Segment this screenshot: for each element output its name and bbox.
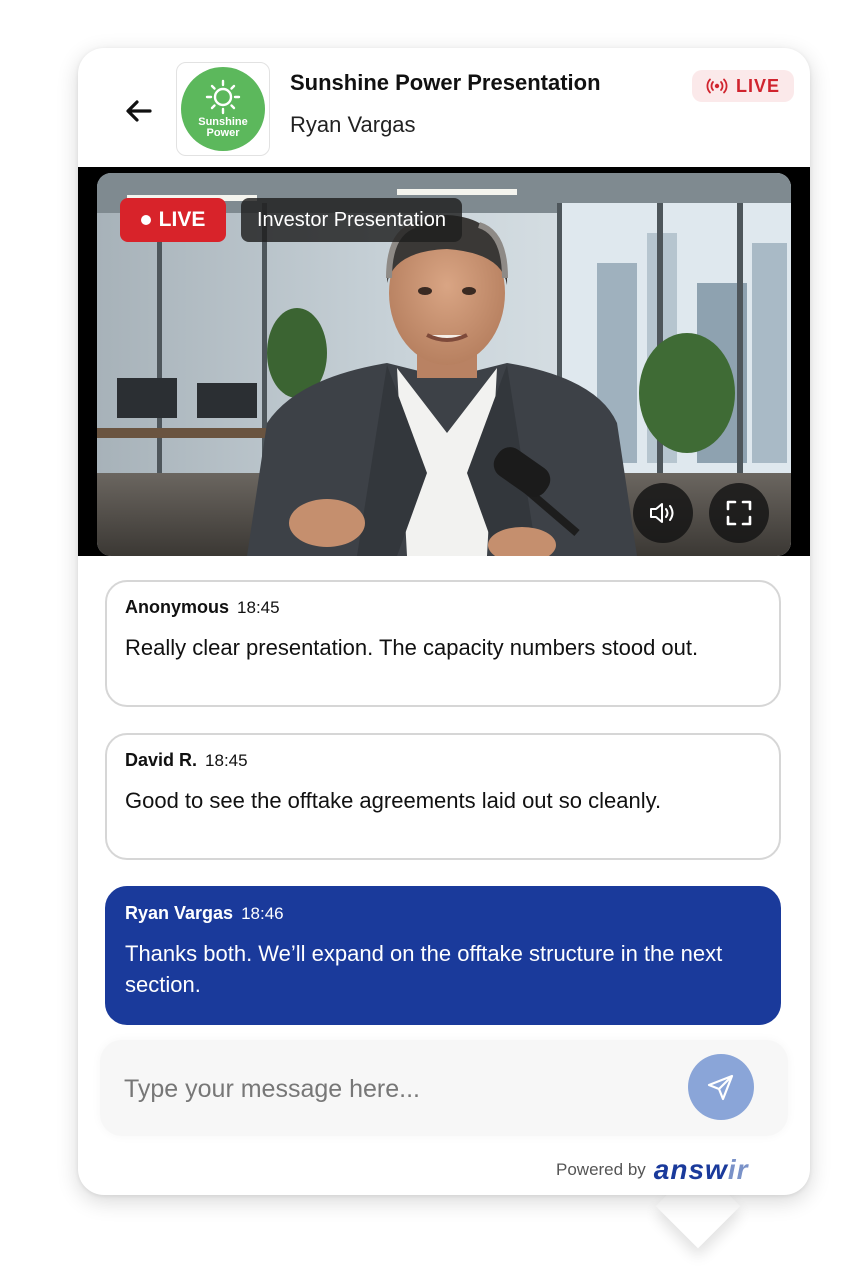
send-icon <box>707 1074 734 1101</box>
message-time: 18:46 <box>241 904 284 923</box>
video-live-label: LIVE <box>158 208 206 231</box>
video-frame[interactable]: LIVE Investor Presentation <box>97 173 791 556</box>
presenter-name: Ryan Vargas <box>290 112 416 137</box>
live-dot-icon <box>140 215 151 225</box>
logo-text: Sunshine Power <box>181 117 265 139</box>
message-input[interactable] <box>122 1066 666 1112</box>
broadcast-icon <box>706 78 728 94</box>
message-text: Thanks both. We’ll expand on the offtake… <box>125 941 723 997</box>
sun-icon <box>205 79 241 115</box>
fullscreen-icon <box>726 500 752 526</box>
message-header: Ryan Vargas 18:46 <box>125 898 761 928</box>
video-player: LIVE Investor Presentation <box>78 167 810 556</box>
sunshine-power-logo: Sunshine Power <box>181 67 265 151</box>
message-author: David R. <box>125 750 198 770</box>
back-arrow-icon[interactable] <box>122 94 156 128</box>
volume-button[interactable] <box>633 483 693 543</box>
message-author: Ryan Vargas <box>125 903 234 923</box>
powered-by[interactable]: Powered by answir <box>556 1152 749 1188</box>
message-header: David R. 18:45 <box>125 745 761 775</box>
message-header: Anonymous 18:45 <box>125 592 761 622</box>
live-status-label: LIVE <box>735 75 780 96</box>
presentation-title: Sunshine Power Presentation <box>290 70 601 95</box>
fullscreen-button[interactable] <box>709 483 769 543</box>
message-author: Anonymous <box>125 597 230 617</box>
speaker-icon <box>650 503 674 523</box>
message-text: Really clear presentation. The capacity … <box>125 635 699 660</box>
message-text: Good to see the offtake agreements laid … <box>125 788 662 813</box>
stream-title-badge: Investor Presentation <box>241 198 462 242</box>
chat-message: David R. 18:45 Good to see the offtake a… <box>105 733 781 860</box>
powered-by-label: Powered by <box>556 1160 646 1179</box>
message-composer <box>100 1040 788 1136</box>
chat-message: Anonymous 18:45 Really clear presentatio… <box>105 580 781 707</box>
brand-main: answ <box>653 1154 728 1185</box>
brand-tail: ir <box>727 1154 749 1185</box>
message-time: 18:45 <box>205 751 248 770</box>
live-status-badge: LIVE <box>692 70 794 102</box>
answir-logo: answir <box>654 1154 749 1186</box>
company-logo: Sunshine Power <box>176 62 270 156</box>
logo-line-2: Power <box>206 127 240 139</box>
video-live-badge: LIVE <box>120 198 226 242</box>
own-chat-message: Ryan Vargas 18:46 Thanks both. We’ll exp… <box>105 886 781 1025</box>
message-time: 18:45 <box>237 598 280 617</box>
chat-widget: Sunshine Power Sunshine Power Presentati… <box>78 48 810 1195</box>
send-button[interactable] <box>688 1054 754 1120</box>
